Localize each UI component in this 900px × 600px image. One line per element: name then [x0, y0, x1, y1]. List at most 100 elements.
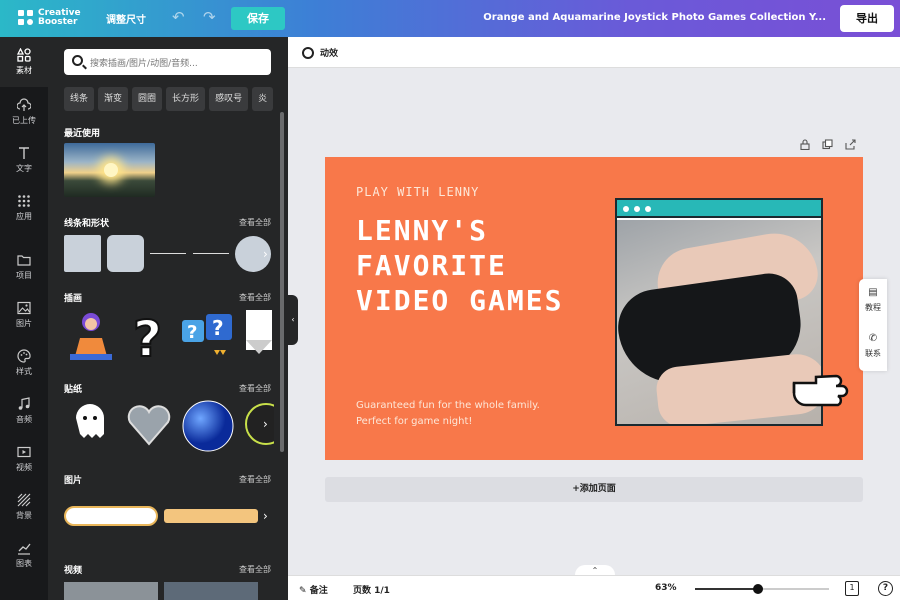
search-icon — [72, 55, 83, 66]
collapse-panel-button[interactable]: ‹ — [288, 295, 298, 345]
rail-item-text[interactable]: 文字 — [0, 146, 48, 174]
zoom-slider-fill — [695, 588, 758, 590]
editor-toolbar: 动效 — [288, 37, 900, 68]
chevron-right-icon[interactable]: › — [263, 417, 268, 431]
video-icon — [17, 446, 31, 458]
notes-icon: ✎ — [299, 586, 307, 596]
smiley-sticker[interactable] — [244, 400, 274, 448]
left-rail: 素材 已上传 文字 应用 项目 图片 样式 音频 视频 背景 图表 — [0, 37, 48, 600]
lock-icon[interactable] — [800, 139, 810, 150]
contact-button[interactable]: ✆ 联系 — [859, 325, 887, 371]
rail-item-uploads[interactable]: 已上传 — [0, 98, 48, 126]
rail-item-projects[interactable]: 项目 — [0, 253, 48, 281]
bottom-bar: ✎ 备注 页数 1/1 63% 1 ? — [288, 575, 900, 600]
page-grid-button[interactable]: 1 — [845, 581, 859, 596]
document-title[interactable]: Orange and Aquamarine Joystick Photo Gam… — [483, 12, 826, 23]
chart-icon — [18, 543, 31, 555]
ghost-sticker[interactable] — [68, 400, 112, 448]
rail-label: 背景 — [16, 511, 32, 520]
rail-item-background[interactable]: 背景 — [0, 493, 48, 521]
animate-label: 动效 — [320, 49, 339, 59]
share-icon[interactable] — [845, 139, 856, 150]
animate-button[interactable]: 动效 — [302, 46, 338, 59]
see-all-link[interactable]: 查看全部 — [239, 564, 271, 575]
tutorial-button[interactable]: ▤ 教程 — [859, 279, 887, 325]
rail-label: 视频 — [16, 463, 32, 472]
lines-shapes-title: 线条和形状 — [64, 219, 110, 229]
square-shape[interactable] — [64, 235, 101, 272]
save-button[interactable]: 保存 — [231, 7, 285, 30]
rail-label: 项目 — [16, 271, 32, 280]
rail-item-audio[interactable]: 音频 — [0, 397, 48, 425]
design-canvas[interactable]: PLAY WITH LENNY LENNY'S FAVORITE VIDEO G… — [325, 157, 863, 460]
elements-icon — [17, 48, 31, 62]
search-input[interactable]: 搜索插画/图片/动图/音频... — [64, 49, 271, 75]
rail-item-styles[interactable]: 样式 — [0, 349, 48, 377]
question-mark-illustration[interactable]: ? — [129, 310, 169, 362]
search-placeholder: 搜索插画/图片/动图/音频... — [90, 59, 198, 69]
pointing-hand-icon[interactable] — [790, 363, 850, 409]
redo-icon[interactable]: ↷ — [203, 8, 216, 26]
zoom-slider-handle[interactable] — [752, 584, 763, 594]
arrow-line-shape[interactable] — [193, 253, 229, 254]
chrome-heart-sticker[interactable] — [126, 400, 172, 448]
blue-orb-sticker[interactable] — [182, 400, 234, 452]
apps-icon — [18, 195, 30, 207]
export-button[interactable]: 导出 — [840, 5, 894, 32]
photo-thumbnail[interactable] — [64, 506, 158, 526]
undo-icon[interactable]: ↶ — [172, 8, 185, 26]
chip[interactable]: 炎 — [252, 87, 274, 111]
download-illustration[interactable] — [242, 310, 272, 362]
duplicate-icon[interactable] — [822, 139, 833, 150]
contact-label: 联系 — [865, 349, 881, 358]
rail-label: 样式 — [16, 367, 32, 376]
logo-icon — [18, 10, 34, 26]
window-title-bar — [617, 200, 821, 218]
chip[interactable]: 渐变 — [98, 87, 129, 111]
recent-photo-thumbnail[interactable] — [64, 143, 155, 197]
rail-item-elements[interactable]: 素材 — [0, 37, 48, 87]
suggestion-chips: 线条 渐变 圆圈 长方形 感叹号炎 — [64, 87, 277, 111]
chip[interactable]: 圆圈 — [132, 87, 163, 111]
rounded-square-shape[interactable] — [107, 235, 144, 272]
rail-item-charts[interactable]: 图表 — [0, 541, 48, 569]
see-all-link[interactable]: 查看全部 — [239, 383, 271, 394]
tutorial-label: 教程 — [865, 303, 881, 312]
help-button[interactable]: ? — [878, 581, 893, 596]
background-icon — [17, 493, 31, 507]
rail-label: 素材 — [16, 66, 32, 75]
add-page-button[interactable]: +添加页面 — [325, 477, 863, 502]
design-title[interactable]: LENNY'S FAVORITE VIDEO GAMES — [356, 213, 563, 318]
notes-button[interactable]: ✎ 备注 — [299, 583, 328, 596]
chevron-right-icon[interactable]: › — [263, 509, 268, 523]
video-thumbnail[interactable] — [164, 582, 258, 600]
brand-logo[interactable]: Creative Booster — [18, 9, 81, 27]
photo-thumbnail[interactable] — [164, 509, 258, 523]
see-all-link[interactable]: 查看全部 — [239, 217, 271, 228]
panel-scrollbar[interactable] — [280, 112, 284, 452]
page-counter[interactable]: 页数 1/1 — [353, 583, 390, 596]
line-shape[interactable] — [150, 253, 186, 254]
see-all-link[interactable]: 查看全部 — [239, 474, 271, 485]
zoom-slider[interactable] — [695, 584, 829, 594]
rail-label: 图表 — [16, 559, 32, 568]
chip[interactable]: 感叹号 — [209, 87, 249, 111]
illustrations-title: 插画 — [64, 294, 83, 304]
resize-button[interactable]: 调整尺寸 — [106, 11, 146, 26]
video-thumbnail[interactable] — [64, 582, 158, 600]
zoom-percentage[interactable]: 63% — [655, 583, 677, 593]
music-icon — [18, 397, 30, 410]
design-body-text[interactable]: Guaranteed fun for the whole family. Per… — [356, 398, 540, 430]
rail-label: 已上传 — [12, 116, 36, 125]
palette-icon — [17, 349, 31, 363]
see-all-link[interactable]: 查看全部 — [239, 292, 271, 303]
rail-item-photos[interactable]: 图片 — [0, 301, 48, 329]
person-illustration[interactable] — [64, 310, 118, 362]
design-subtitle[interactable]: PLAY WITH LENNY — [356, 185, 479, 199]
chip[interactable]: 长方形 — [166, 87, 206, 111]
chevron-right-icon[interactable]: › — [263, 247, 268, 261]
rail-item-videos[interactable]: 视频 — [0, 445, 48, 473]
chip[interactable]: 线条 — [64, 87, 95, 111]
question-bubbles-illustration[interactable]: ?? — [180, 310, 236, 362]
rail-item-apps[interactable]: 应用 — [0, 194, 48, 222]
